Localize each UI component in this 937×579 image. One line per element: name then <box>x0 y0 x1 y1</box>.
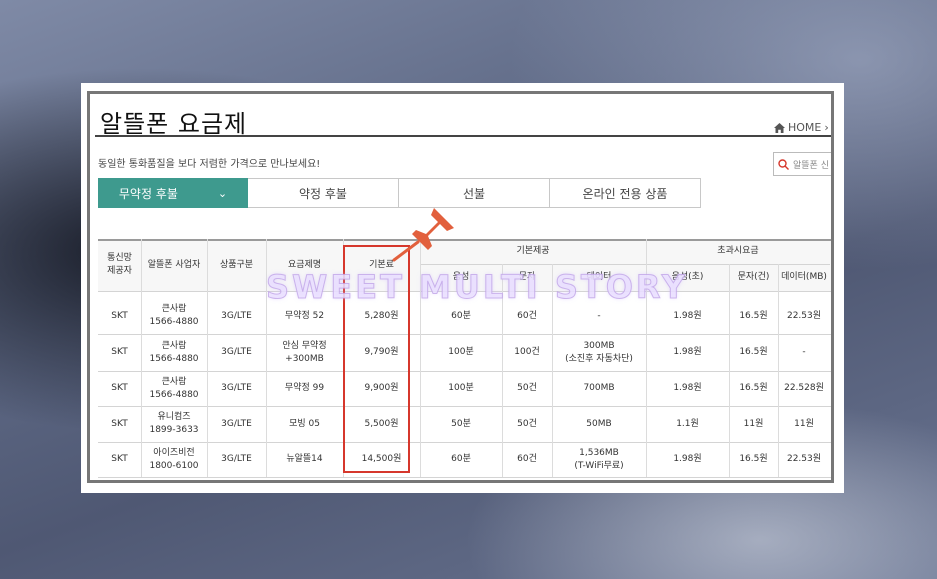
screenshot-photo-frame: 알뜰폰 요금제 HOME › 동일한 통화품질을 보다 저렴한 가격으로 만나보… <box>81 83 844 493</box>
table-cell: 16.5원 <box>739 310 768 321</box>
table-cell: 50건 <box>517 418 537 429</box>
table-cell: 16.5원 <box>739 383 768 393</box>
table-cell: 1,536MB (T-WiFi무료) <box>574 447 624 471</box>
table-cell: SKT <box>111 454 128 464</box>
table-cell: SKT <box>111 310 128 321</box>
table-cell: 100건 <box>514 347 540 357</box>
table-cell: 100분 <box>448 383 474 393</box>
table-cell: 큰사람 1566-4880 <box>149 304 199 327</box>
table-cell: 50건 <box>517 383 537 393</box>
table-cell: - <box>802 347 806 357</box>
table-cell: 16.5원 <box>739 347 768 357</box>
table-cell: 700MB <box>583 383 615 393</box>
rate-plan-panel: 알뜰폰 요금제 HOME › 동일한 통화품질을 보다 저렴한 가격으로 만나보… <box>87 91 834 483</box>
table-cell: 11원 <box>743 418 764 429</box>
row-divider <box>98 477 831 478</box>
table-cell: 뉴알뜰14 <box>286 454 323 464</box>
table-cell: 1.98원 <box>673 383 702 393</box>
table-cell: 100분 <box>448 347 474 357</box>
table-cell: 무약정 99 <box>284 383 325 393</box>
table-cell: SKT <box>111 347 128 357</box>
col-header-over-sms: 문자(건) <box>737 272 770 282</box>
table-cell: 3G/LTE <box>221 347 252 357</box>
table-cell: 60분 <box>451 454 471 464</box>
table-cell: 큰사람 1566-4880 <box>149 376 199 400</box>
table-cell: SKT <box>111 383 128 393</box>
table-cell: 11원 <box>794 418 814 429</box>
table-cell: 22.53원 <box>786 454 822 464</box>
table-cell: 3G/LTE <box>221 454 252 464</box>
col-header-over-data: 데이터(MB) <box>781 272 827 282</box>
table-cell: 모빙 05 <box>289 418 320 429</box>
table-cell: 1.1원 <box>676 418 699 429</box>
table-cell: 50MB <box>586 418 612 429</box>
table-cell: 300MB (소진후 자동차단) <box>565 340 633 364</box>
table-cell: 22.53원 <box>786 310 822 321</box>
table-cell: 아이즈비전 1800-6100 <box>149 447 199 471</box>
col-header-operator: 알뜰폰 사업자 <box>147 259 201 270</box>
table-cell: 3G/LTE <box>221 418 252 429</box>
pushpin-icon <box>392 208 454 262</box>
table-cell: 16.5원 <box>739 454 768 464</box>
table-cell: 3G/LTE <box>221 310 252 321</box>
table-cell: 3G/LTE <box>221 383 252 393</box>
watermark: SWEET MULTI STORY <box>266 268 688 307</box>
table-cell: 1.98원 <box>673 454 702 464</box>
table-cell: 50분 <box>451 418 471 429</box>
col-header-network: 상품구분 <box>219 259 254 270</box>
col-header-overage: 초과시요금 <box>717 246 759 256</box>
table-cell: 22.528원 <box>784 383 824 393</box>
table-cell: 안심 무약정 +300MB <box>282 340 327 364</box>
table-cell: 유니컴즈 1899-3633 <box>149 412 199 435</box>
table-cell: 1.98원 <box>673 347 702 357</box>
table-cell: 큰사람 1566-4880 <box>149 340 199 364</box>
col-header-carrier: 통신망 제공자 <box>107 253 132 276</box>
table-cell: SKT <box>111 418 128 429</box>
table-cell: 60건 <box>517 454 537 464</box>
